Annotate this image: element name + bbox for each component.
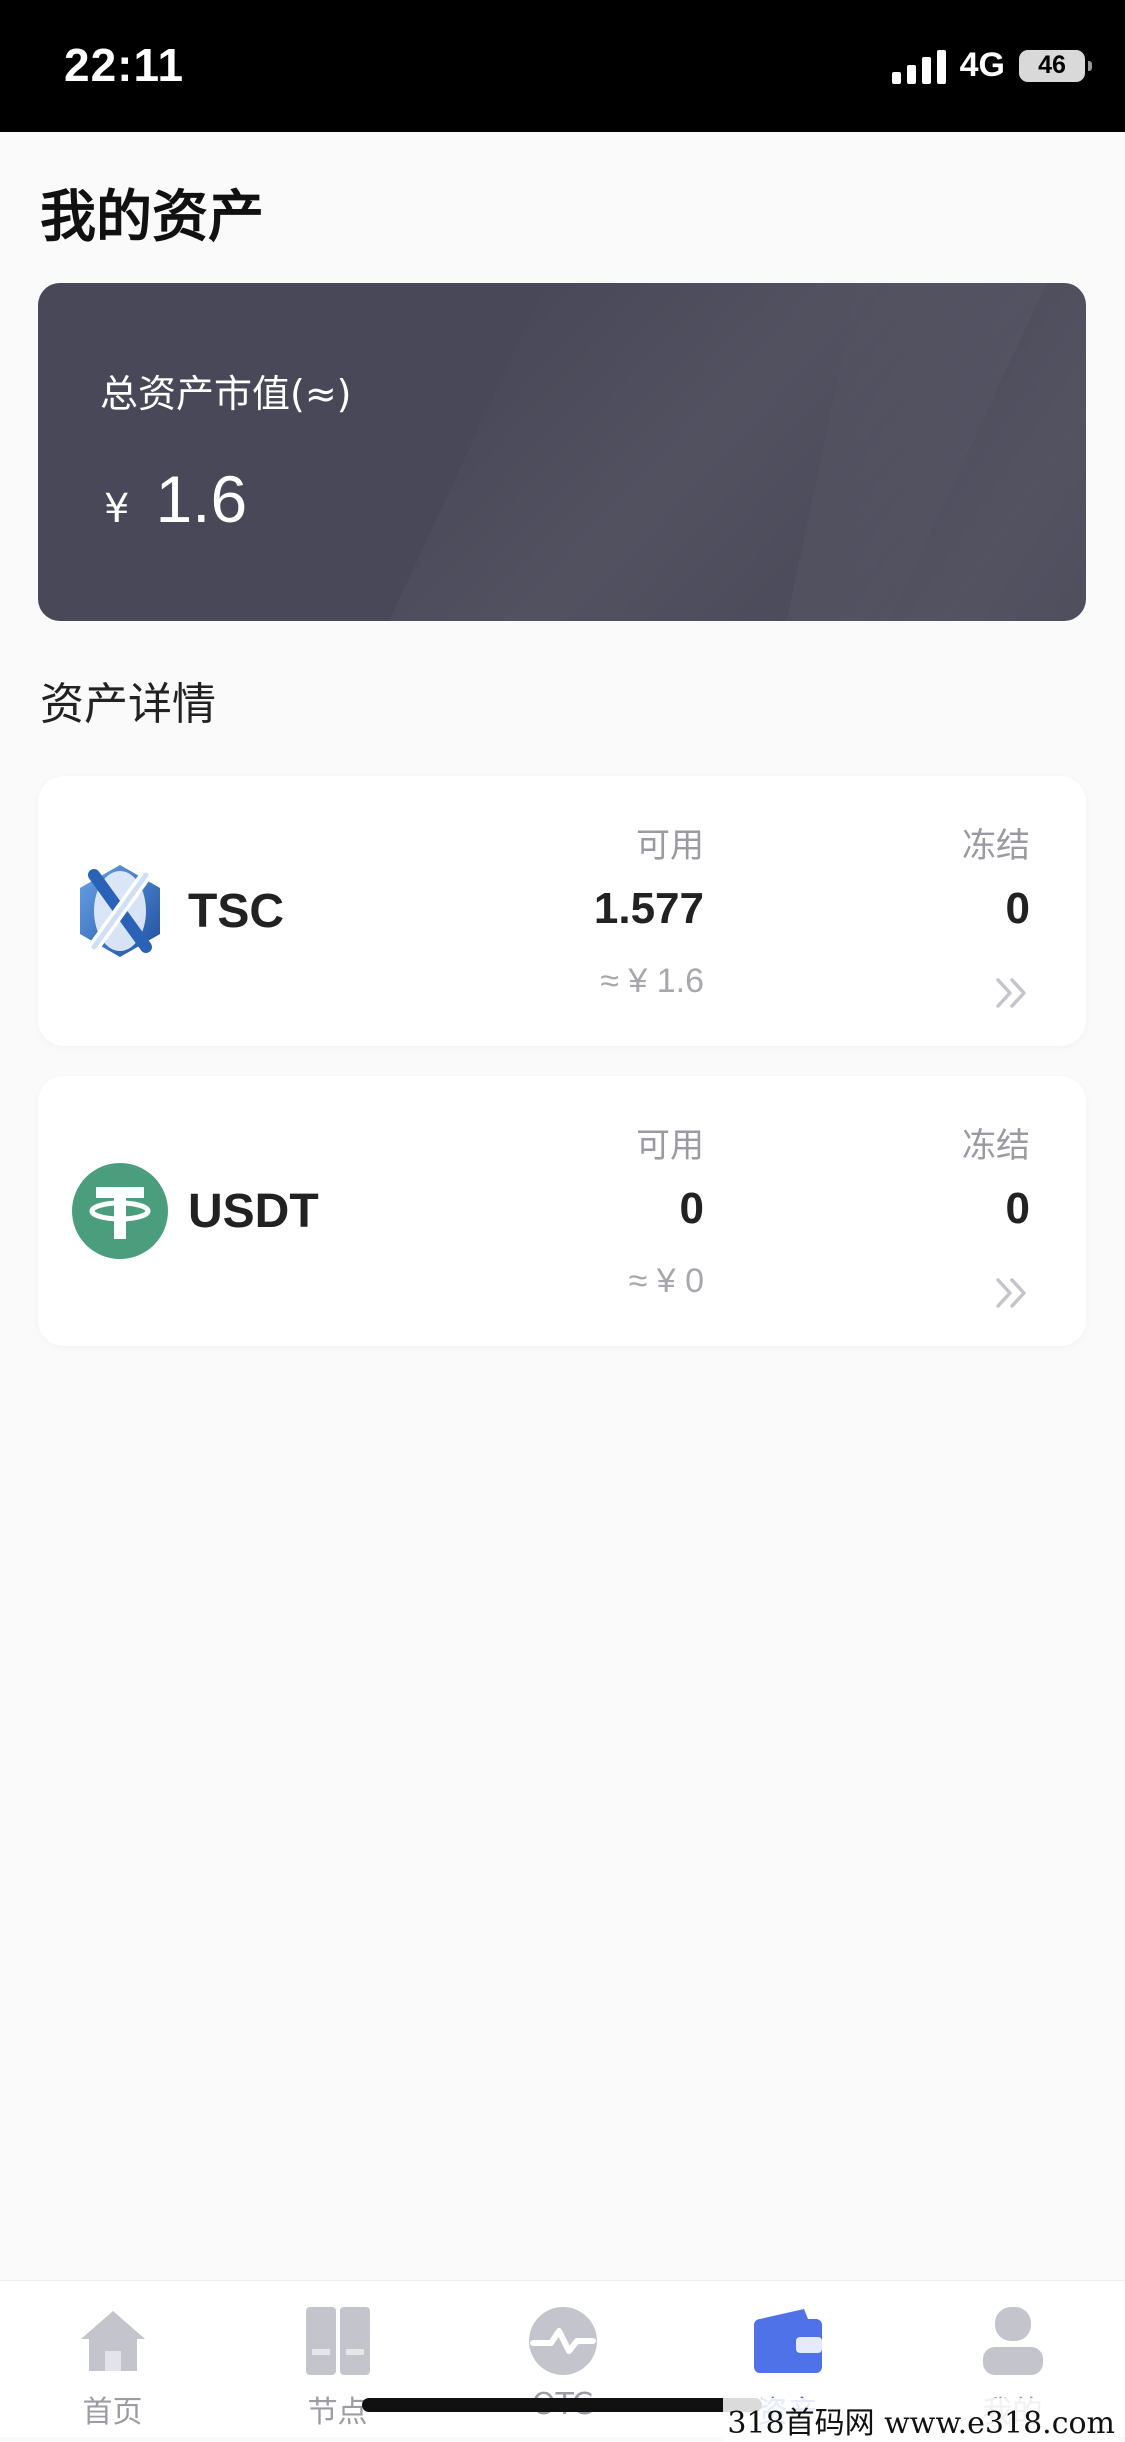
home-icon <box>80 2311 145 2371</box>
available-label: 可用 <box>636 826 704 866</box>
double-chevron-right-icon[interactable] <box>994 976 1030 1010</box>
available-approx-value: ≈ ¥ 0 <box>628 1262 704 1300</box>
double-chevron-right-icon[interactable] <box>994 1276 1030 1310</box>
total-assets-value: ¥ 1.6 <box>104 461 247 537</box>
status-indicators: 4G 46 <box>891 46 1092 85</box>
tab-label: 节点 <box>307 2395 368 2430</box>
watermark: 318首码网 www.e318.com <box>723 2398 1119 2442</box>
tab-otc[interactable]: OTC <box>450 2303 675 2433</box>
available-value: 0 <box>679 1184 704 1233</box>
frozen-label: 冻结 <box>962 1126 1030 1166</box>
tab-home[interactable]: 首页 <box>0 2303 225 2433</box>
battery-level: 46 <box>1038 51 1066 79</box>
network-type: 4G <box>959 46 1005 84</box>
wallet-icon <box>753 2309 822 2373</box>
battery-icon: 46 <box>1019 49 1092 82</box>
status-time: 22:11 <box>64 39 185 91</box>
total-assets-card: 总资产市值(≈) ¥ 1.6 <box>38 283 1086 621</box>
frozen-label: 冻结 <box>962 826 1030 866</box>
total-assets-label: 总资产市值(≈) <box>100 372 352 416</box>
otc-icon <box>528 2307 597 2375</box>
available-value: 1.577 <box>593 884 704 933</box>
tab-node[interactable]: 节点 <box>225 2303 450 2433</box>
profile-icon <box>982 2307 1043 2375</box>
available-approx-value: ≈ ¥ 1.6 <box>600 962 704 1000</box>
signal-icon <box>891 48 946 84</box>
page-title: 我的资产 <box>40 185 264 250</box>
asset-card-usdt[interactable]: USDT 可用 0 ≈ ¥ 0 冻结 0 <box>38 1076 1086 1346</box>
usdt-coin-icon <box>72 1163 168 1259</box>
tab-label: 首页 <box>82 2395 143 2430</box>
status-bar: 22:11 4G 46 <box>0 0 1125 132</box>
currency-symbol: ¥ <box>104 486 130 532</box>
asset-card-tsc[interactable]: TSC 可用 1.577 ≈ ¥ 1.6 冻结 0 <box>38 776 1086 1046</box>
coin-name: USDT <box>188 1185 319 1238</box>
home-indicator[interactable] <box>362 2398 762 2412</box>
total-assets-number: 1.6 <box>155 462 248 536</box>
available-label: 可用 <box>636 1126 704 1166</box>
tsc-coin-icon <box>80 865 160 957</box>
coin-name: TSC <box>188 885 284 938</box>
section-title: 资产详情 <box>40 679 216 730</box>
frozen-value: 0 <box>1005 1184 1030 1233</box>
node-icon <box>305 2307 370 2375</box>
frozen-value: 0 <box>1005 884 1030 933</box>
